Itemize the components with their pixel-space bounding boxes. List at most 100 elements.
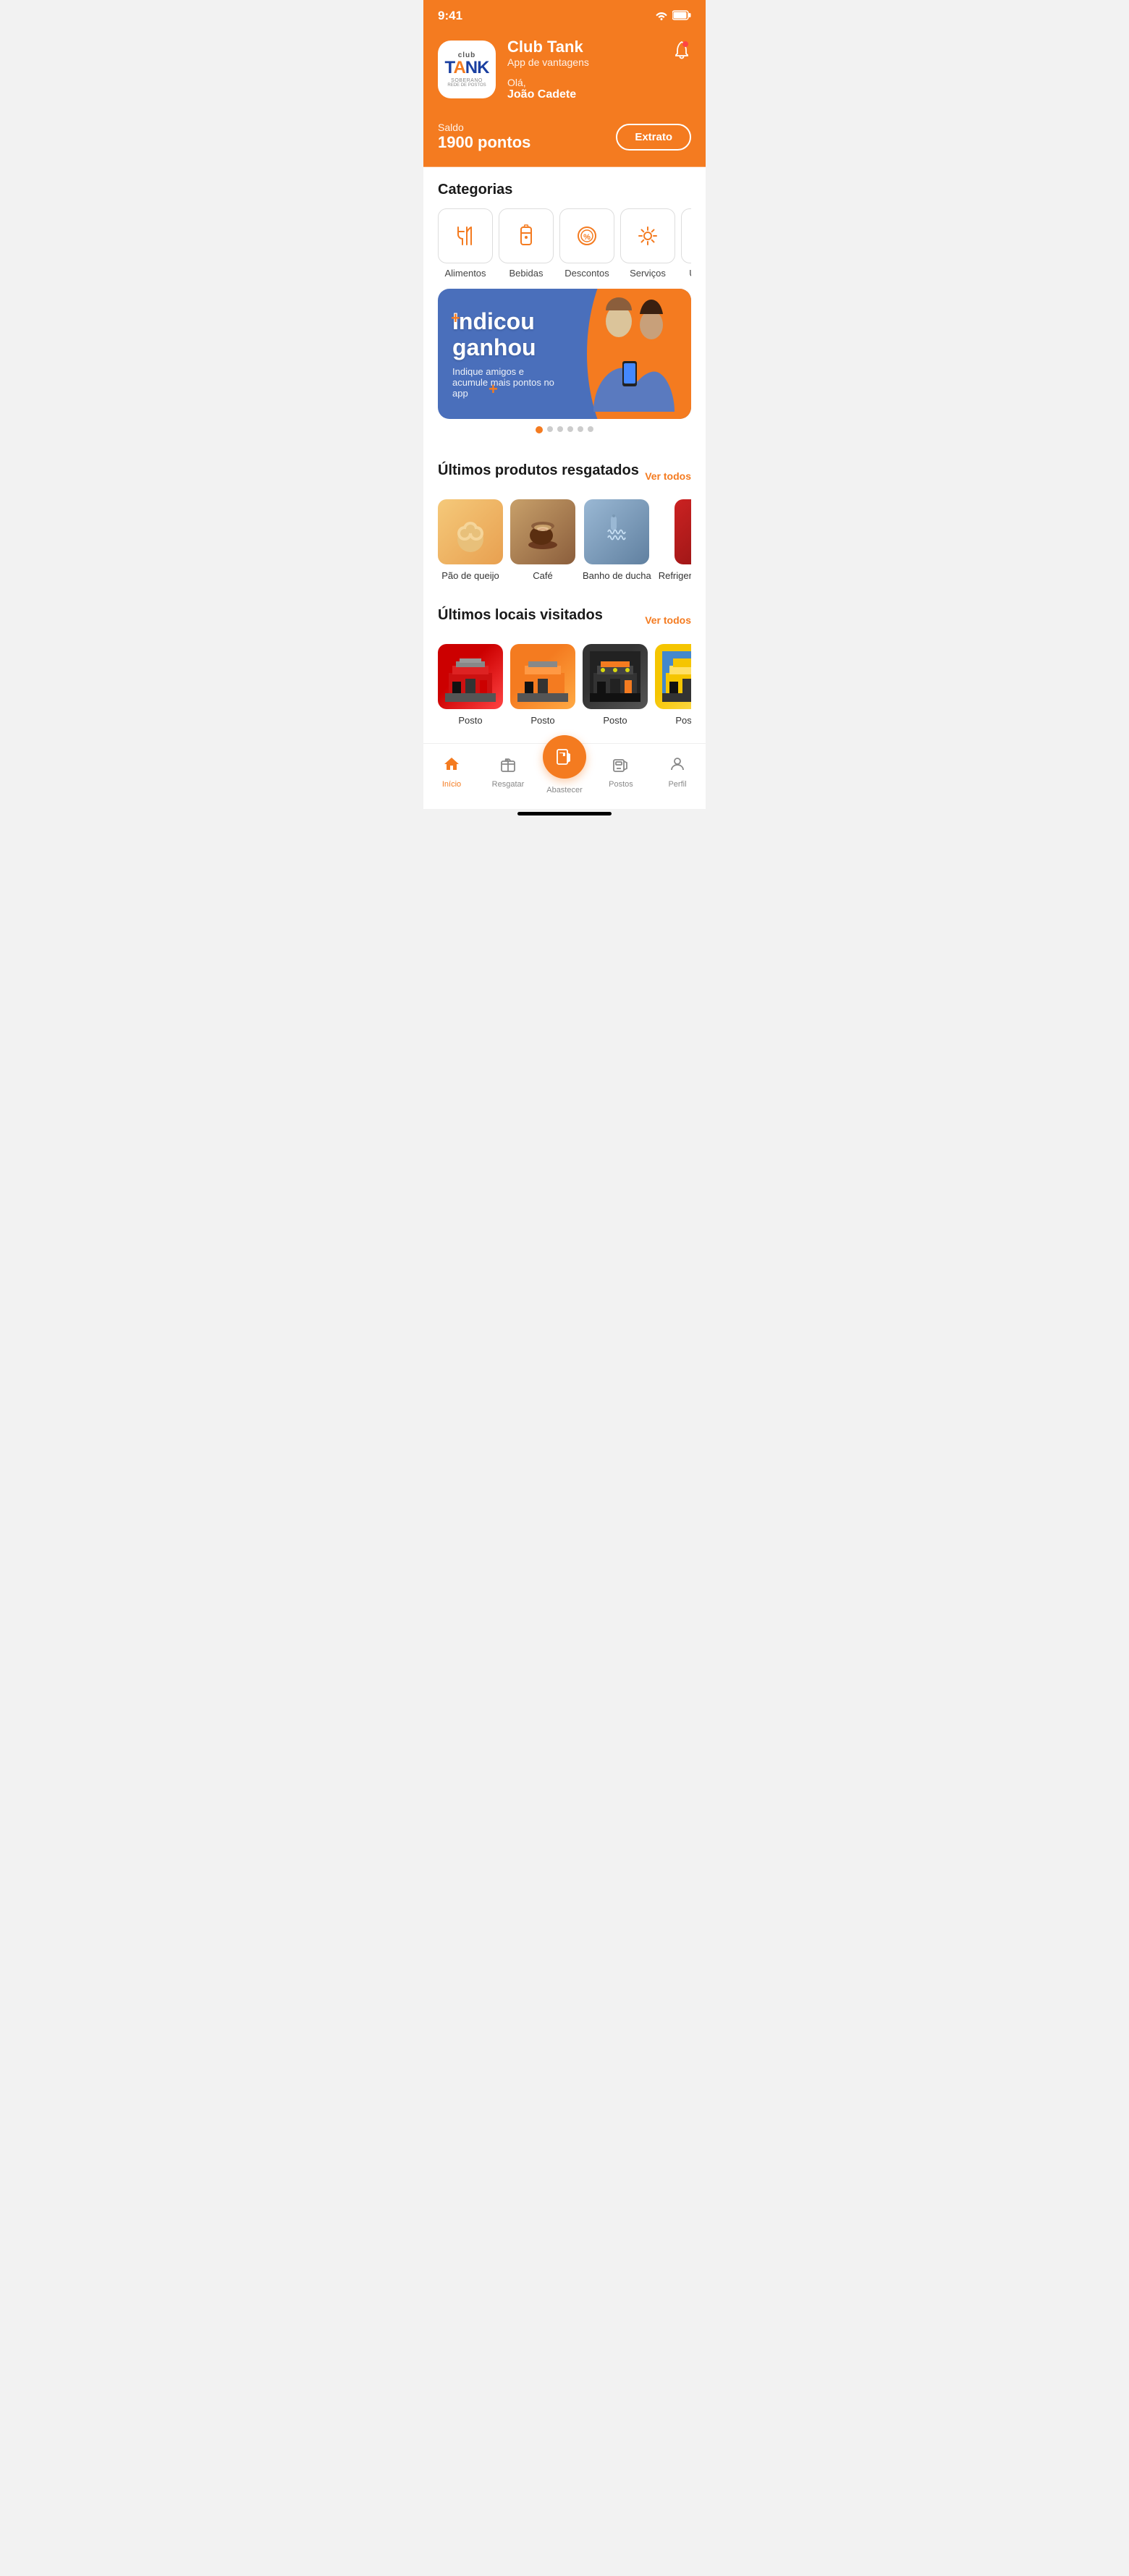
location-4-label: Posto (675, 715, 691, 726)
last-products-title: Últimos produtos resgatados (438, 462, 639, 479)
last-products-ver-todos[interactable]: Ver todos (645, 470, 691, 482)
status-bar: 9:41 (423, 0, 706, 29)
header-left: club TANK SOBERANO REDE DE POSTOS Club T… (438, 38, 589, 101)
home-icon (443, 755, 460, 777)
home-indicator (517, 812, 612, 815)
location-2-label: Posto (530, 715, 554, 726)
alimentos-icon-box (438, 208, 493, 263)
product-refri-image: Coca Cola (675, 499, 691, 564)
category-servicos[interactable]: Serviços (620, 208, 675, 279)
bell-icon[interactable] (672, 41, 691, 65)
location-3-label: Posto (603, 715, 627, 726)
app-logo: club TANK SOBERANO REDE DE POSTOS (438, 41, 496, 98)
balance-info: Saldo 1900 pontos (438, 122, 530, 152)
banner-section: + Indicouganhou Indique amigos e acumule… (423, 289, 706, 448)
bottom-nav: Início Resgatar Abastecer (423, 743, 706, 809)
last-locations-ver-todos[interactable]: Ver todos (645, 614, 691, 626)
logo-subtitle: REDE DE POSTOS (447, 83, 486, 88)
location-2-image (510, 644, 575, 709)
balance-label: Saldo (438, 122, 530, 133)
utilitarios-label: Utilitários (689, 268, 691, 279)
battery-icon (672, 10, 691, 22)
category-bebidas[interactable]: Bebidas (499, 208, 554, 279)
gift-icon (499, 755, 517, 777)
app-title: Club Tank (507, 38, 589, 56)
bebidas-label: Bebidas (509, 268, 544, 279)
category-alimentos[interactable]: Alimentos (438, 208, 493, 279)
logo-tank: TANK (445, 59, 489, 77)
logo-soberano: SOBERANO (451, 78, 483, 83)
balance-bar: Saldo 1900 pontos Extrato (423, 116, 706, 167)
balance-amount: 1900 pontos (438, 133, 530, 152)
nav-inicio-label: Início (442, 780, 461, 789)
header: club TANK SOBERANO REDE DE POSTOS Club T… (423, 29, 706, 116)
banner-title: Indicouganhou (452, 309, 561, 360)
bebidas-icon-box (499, 208, 554, 263)
category-utilitarios[interactable]: Utilitários (681, 208, 691, 279)
location-4-image (655, 644, 691, 709)
product-cafe[interactable]: Café (510, 499, 575, 582)
abastecer-center-btn[interactable] (543, 735, 586, 779)
nav-resgatar-label: Resgatar (492, 780, 525, 789)
product-cafe-label: Café (533, 570, 552, 582)
categories-row: Alimentos Bebidas (438, 208, 691, 281)
location-4[interactable]: Posto (655, 644, 691, 726)
last-locations-header: Últimos locais visitados Ver todos (438, 607, 691, 634)
location-2[interactable]: Posto (510, 644, 575, 726)
nav-perfil-label: Perfil (668, 780, 686, 789)
last-products-section: Últimos produtos resgatados Ver todos (423, 448, 706, 593)
dot-3 (557, 426, 563, 432)
dot-4 (567, 426, 573, 432)
product-banho[interactable]: Banho de ducha (583, 499, 651, 582)
locations-row: Posto Posto (438, 644, 691, 729)
last-products-header: Últimos produtos resgatados Ver todos (438, 462, 691, 489)
utilitarios-icon-box (681, 208, 691, 263)
banner-image (575, 289, 691, 419)
product-refri[interactable]: Coca Cola Refrigerante Coca-cola (659, 499, 691, 582)
header-info: Club Tank App de vantagens Olá, João Cad… (507, 38, 589, 101)
location-1[interactable]: Posto (438, 644, 503, 726)
app-subtitle: App de vantagens (507, 56, 589, 68)
nav-perfil[interactable]: Perfil (656, 755, 699, 789)
banner-card[interactable]: + Indicouganhou Indique amigos e acumule… (438, 289, 691, 419)
dot-5 (578, 426, 583, 432)
categories-section: Categorias Alimentos (423, 167, 706, 289)
categories-title: Categorias (438, 182, 691, 198)
status-icons (655, 10, 691, 22)
nav-postos[interactable]: Postos (599, 755, 643, 789)
nav-abastecer[interactable]: Abastecer (543, 750, 586, 795)
servicos-icon-box (620, 208, 675, 263)
greeting: Olá, (507, 77, 589, 88)
extrato-button[interactable]: Extrato (616, 124, 691, 151)
product-pao-image (438, 499, 503, 564)
descontos-icon-box: % (559, 208, 614, 263)
dot-1 (536, 426, 543, 433)
banner-plus-bl: + (489, 380, 498, 399)
category-descontos[interactable]: % Descontos (559, 208, 614, 279)
banner-people (575, 289, 691, 419)
descontos-label: Descontos (564, 268, 609, 279)
location-3-image (583, 644, 648, 709)
status-time: 9:41 (438, 9, 462, 23)
product-pao[interactable]: Pão de queijo (438, 499, 503, 582)
location-1-image (438, 644, 503, 709)
postos-icon (612, 755, 630, 777)
nav-postos-label: Postos (609, 780, 633, 789)
dot-2 (547, 426, 553, 432)
banner-plus-tl: + (451, 309, 460, 328)
nav-inicio[interactable]: Início (430, 755, 473, 789)
products-row: Pão de queijo Café (438, 499, 691, 585)
user-name: João Cadete (507, 88, 589, 101)
profile-icon (669, 755, 686, 777)
product-cafe-image (510, 499, 575, 564)
svg-text:%: % (583, 233, 591, 242)
alimentos-label: Alimentos (444, 268, 486, 279)
location-3[interactable]: Posto (583, 644, 648, 726)
product-banho-image (584, 499, 649, 564)
location-1-label: Posto (458, 715, 482, 726)
nav-resgatar[interactable]: Resgatar (486, 755, 530, 789)
main-content: Categorias Alimentos (423, 167, 706, 743)
banner-subtitle: Indique amigos e acumule mais pontos no … (452, 366, 561, 399)
wifi-icon (655, 10, 668, 22)
banner-content: + Indicouganhou Indique amigos e acumule… (438, 295, 575, 412)
